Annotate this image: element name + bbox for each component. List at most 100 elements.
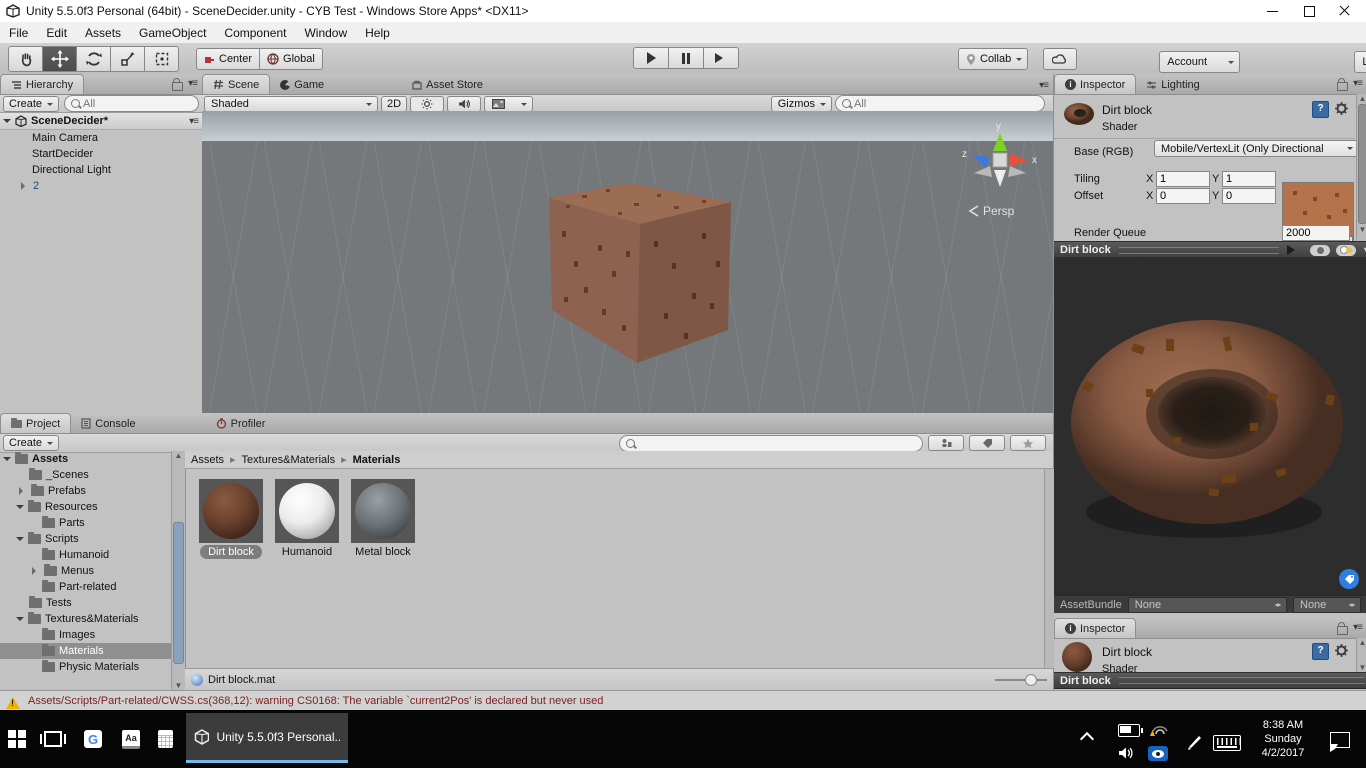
- assetbundle-variant-dropdown[interactable]: None: [1293, 597, 1361, 613]
- task-view-button[interactable]: [44, 710, 62, 768]
- scene-search[interactable]: [835, 95, 1045, 112]
- pen-tray-icon[interactable]: [1186, 732, 1204, 750]
- tree-scripts[interactable]: Scripts: [0, 531, 185, 547]
- collab-dropdown[interactable]: Collab: [958, 48, 1028, 70]
- pause-button[interactable]: [669, 47, 704, 69]
- inspector2-scrollbar[interactable]: ▲ ▼: [1356, 638, 1366, 672]
- touch-keyboard-icon[interactable]: [1213, 735, 1241, 751]
- project-search[interactable]: [619, 435, 923, 452]
- thumbnail-size-slider[interactable]: [995, 674, 1037, 686]
- dictionary-taskbar-button[interactable]: Aa: [122, 710, 140, 768]
- drag-handle[interactable]: [1119, 247, 1279, 254]
- calculator-taskbar-button[interactable]: [158, 710, 173, 768]
- lock-icon[interactable]: [172, 82, 183, 91]
- hierarchy-search[interactable]: [64, 95, 199, 112]
- scene-search-input[interactable]: [854, 98, 1038, 110]
- preview-play-icon[interactable]: [1287, 245, 1300, 255]
- help-icon[interactable]: ?: [1312, 643, 1329, 660]
- gear-icon[interactable]: [1334, 101, 1349, 116]
- unity-taskbar-button[interactable]: Unity 5.5.0f3 Personal...: [186, 713, 348, 763]
- tree-part-related[interactable]: Part-related: [0, 579, 185, 595]
- gear-icon[interactable]: [1334, 643, 1349, 658]
- tab-inspector2[interactable]: i Inspector: [1054, 618, 1136, 638]
- panel-menu-icon[interactable]: ▾≡: [1353, 78, 1362, 91]
- scene-viewport[interactable]: y x z Persp: [202, 111, 1053, 413]
- tray-expand-chevron[interactable]: [1082, 734, 1096, 744]
- panel-menu-icon[interactable]: ▾≡: [1353, 622, 1362, 635]
- hierarchy-create-dropdown[interactable]: Create: [3, 96, 59, 112]
- drag-handle[interactable]: [1119, 677, 1365, 684]
- pivot-toggle-button[interactable]: Center: [196, 48, 260, 70]
- scene-menu-icon[interactable]: ▾≡: [189, 116, 202, 127]
- preview-light-button[interactable]: [1336, 245, 1356, 256]
- rotate-tool-button[interactable]: [77, 46, 111, 72]
- tree-resources[interactable]: Resources: [0, 499, 185, 515]
- start-button[interactable]: [8, 710, 26, 768]
- tab-inspector[interactable]: i Inspector: [1054, 74, 1136, 94]
- tray-clock[interactable]: 8:38 AM Sunday 4/2/2017: [1248, 718, 1318, 760]
- tree-humanoid[interactable]: Humanoid: [0, 547, 185, 563]
- scene-root-row[interactable]: SceneDecider* ▾≡: [0, 113, 202, 130]
- preview-shape-button[interactable]: [1310, 245, 1330, 256]
- tree-materials[interactable]: Materials: [0, 643, 185, 659]
- tab-profiler[interactable]: Profiler: [206, 414, 276, 433]
- asset-humanoid[interactable]: Humanoid: [275, 479, 339, 558]
- search-by-type-button[interactable]: [928, 435, 964, 451]
- favorites-button[interactable]: [1010, 435, 1046, 451]
- menu-file[interactable]: File: [0, 22, 37, 43]
- move-tool-button[interactable]: [43, 46, 77, 72]
- play-button[interactable]: [633, 47, 669, 69]
- assetbundle-dropdown[interactable]: None: [1128, 597, 1287, 613]
- breadcrumb-materials[interactable]: Materials: [353, 454, 401, 466]
- scene-lighting-button[interactable]: [410, 96, 444, 112]
- shader-dropdown[interactable]: Mobile/VertexLit (Only Directional: [1154, 140, 1358, 157]
- project-create-dropdown[interactable]: Create: [3, 435, 59, 451]
- asset-dirt-block[interactable]: Dirt block: [199, 479, 263, 558]
- tiling-x-field[interactable]: [1156, 171, 1210, 187]
- material-preview-viewport[interactable]: [1054, 257, 1366, 595]
- expand-icon[interactable]: [21, 182, 29, 190]
- tree-menus[interactable]: Menus: [0, 563, 185, 579]
- preview2-header[interactable]: Dirt block: [1054, 672, 1366, 689]
- shading-mode-dropdown[interactable]: Shaded: [204, 96, 378, 112]
- tiling-y-field[interactable]: [1222, 171, 1276, 187]
- search-by-label-button[interactable]: [969, 435, 1005, 451]
- offset-y-field[interactable]: [1222, 188, 1276, 204]
- wifi-warning-icon[interactable]: [1150, 720, 1172, 738]
- breadcrumb-textures-materials[interactable]: Textures&Materials: [242, 454, 336, 466]
- action-center-icon[interactable]: [1330, 732, 1350, 748]
- scene-effects-dropdown[interactable]: [484, 96, 533, 112]
- tree-images[interactable]: Images: [0, 627, 185, 643]
- tab-scene[interactable]: Scene: [202, 74, 270, 94]
- breadcrumb-assets[interactable]: Assets: [191, 454, 224, 466]
- menu-assets[interactable]: Assets: [76, 22, 130, 43]
- tree-prefabs[interactable]: Prefabs: [0, 483, 185, 499]
- volume-icon[interactable]: [1118, 746, 1136, 763]
- menu-edit[interactable]: Edit: [37, 22, 76, 43]
- asset-metal-block[interactable]: Metal block: [351, 479, 415, 558]
- project-search-input[interactable]: [638, 437, 916, 449]
- scene-audio-button[interactable]: [447, 96, 481, 112]
- chrome-taskbar-button[interactable]: G: [84, 710, 102, 768]
- rect-tool-button[interactable]: [145, 46, 179, 72]
- tree-assets[interactable]: Assets: [0, 451, 185, 467]
- expand-icon[interactable]: [3, 119, 11, 127]
- hierarchy-item-main-camera[interactable]: Main Camera: [0, 130, 202, 146]
- tab-game[interactable]: Game: [270, 75, 334, 94]
- step-button[interactable]: [704, 47, 739, 69]
- tree-parts[interactable]: Parts: [0, 515, 185, 531]
- menu-help[interactable]: Help: [356, 22, 399, 43]
- layers-dropdown[interactable]: Layers: [1354, 51, 1366, 73]
- tree-physic-materials[interactable]: Physic Materials: [0, 659, 185, 675]
- tab-lighting[interactable]: Lighting: [1136, 75, 1210, 94]
- battery-icon[interactable]: [1118, 724, 1140, 737]
- panel-menu-icon[interactable]: ▾≡: [188, 78, 197, 91]
- close-button[interactable]: [1338, 4, 1352, 18]
- tab-project[interactable]: Project: [0, 413, 71, 433]
- render-queue-field[interactable]: [1282, 225, 1350, 241]
- menu-gameobject[interactable]: GameObject: [130, 22, 215, 43]
- persp-label[interactable]: Persp: [983, 204, 1015, 218]
- hierarchy-item-startdecider[interactable]: StartDecider: [0, 146, 202, 162]
- scale-tool-button[interactable]: [111, 46, 145, 72]
- offset-x-field[interactable]: [1156, 188, 1210, 204]
